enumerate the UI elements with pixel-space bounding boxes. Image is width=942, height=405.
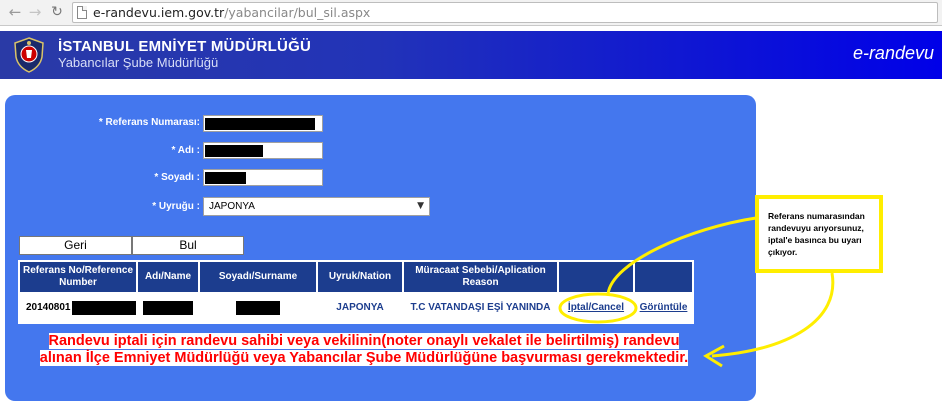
uyrugu-selected: JAPONYA	[209, 201, 255, 212]
url-host: e-randevu.iem.gov.tr	[93, 5, 225, 20]
cancel-link[interactable]: İptal/Cancel	[568, 302, 624, 314]
referans-label: * Referans Numarası:	[98, 117, 200, 128]
cell-name	[138, 294, 198, 322]
redacted-block	[143, 301, 193, 315]
cancel-notice: Randevu iptali için randevu sahibi veya …	[30, 333, 698, 367]
search-button[interactable]: Bul	[132, 236, 244, 255]
view-link[interactable]: Görüntüle	[640, 302, 688, 314]
back-button[interactable]: Geri	[19, 236, 132, 255]
site-header: İSTANBUL EMNİYET MÜDÜRLÜĞÜ Yabancılar Şu…	[0, 31, 942, 79]
col-header-reason: Müracaat Sebebi/Aplication Reason	[404, 262, 557, 292]
col-header-nation: Uyruk/Nation	[318, 262, 402, 292]
cell-cancel: İptal/Cancel	[559, 294, 633, 322]
col-header-cancel	[559, 262, 633, 292]
forward-arrow-icon[interactable]: →	[26, 3, 44, 21]
browser-toolbar: ← → ↻ e-randevu.iem.gov.tr/yabancilar/bu…	[0, 0, 942, 26]
back-arrow-icon[interactable]: ←	[6, 3, 24, 21]
redacted-block	[236, 301, 280, 315]
cell-view: Görüntüle	[635, 294, 692, 322]
soyadi-input[interactable]	[203, 169, 323, 186]
app-name: e-randevu	[852, 43, 934, 63]
col-header-surname: Soyadı/Surname	[200, 262, 316, 292]
cell-nation: JAPONYA	[318, 294, 402, 322]
soyadi-label: * Soyadı :	[154, 172, 200, 183]
col-header-name: Adı/Name	[138, 262, 198, 292]
col-header-view	[635, 262, 692, 292]
police-badge-icon	[14, 37, 44, 73]
chevron-down-icon: ▼	[417, 201, 424, 211]
adi-label: * Adı :	[171, 145, 200, 156]
address-bar[interactable]: e-randevu.iem.gov.tr/yabancilar/bul_sil.…	[72, 2, 938, 23]
url-path: /yabancilar/bul_sil.aspx	[224, 5, 371, 20]
result-table: Referans No/Reference Number Adı/Name So…	[18, 260, 694, 324]
redacted-block	[205, 145, 263, 157]
adi-input[interactable]	[203, 142, 323, 159]
redacted-block	[205, 172, 246, 184]
uyrugu-label: * Uyruğu :	[152, 201, 200, 212]
uyrugu-select[interactable]: JAPONYA ▼	[203, 197, 430, 216]
col-header-reference: Referans No/Reference Number	[20, 262, 136, 292]
ref-prefix: 20140801	[26, 302, 71, 313]
annotation-callout: Referans numarasından randevuyu arıyorsu…	[755, 195, 883, 273]
header-title: İSTANBUL EMNİYET MÜDÜRLÜĞÜ	[58, 38, 311, 55]
cell-reason: T.C VATANDAŞI EŞİ YANINDA	[404, 294, 557, 322]
referans-input[interactable]	[203, 115, 323, 132]
page-icon	[77, 6, 87, 19]
redacted-block	[71, 301, 136, 315]
notice-text: Randevu iptali için randevu sahibi veya …	[39, 333, 689, 366]
url-text: e-randevu.iem.gov.tr/yabancilar/bul_sil.…	[93, 5, 370, 20]
page: ← → ↻ e-randevu.iem.gov.tr/yabancilar/bu…	[0, 0, 942, 405]
redacted-block	[205, 118, 315, 130]
cell-surname	[200, 294, 316, 322]
reload-icon[interactable]: ↻	[48, 3, 66, 21]
cell-reference: 20140801	[20, 294, 136, 322]
header-subtitle: Yabancılar Şube Müdürlüğü	[58, 55, 219, 70]
